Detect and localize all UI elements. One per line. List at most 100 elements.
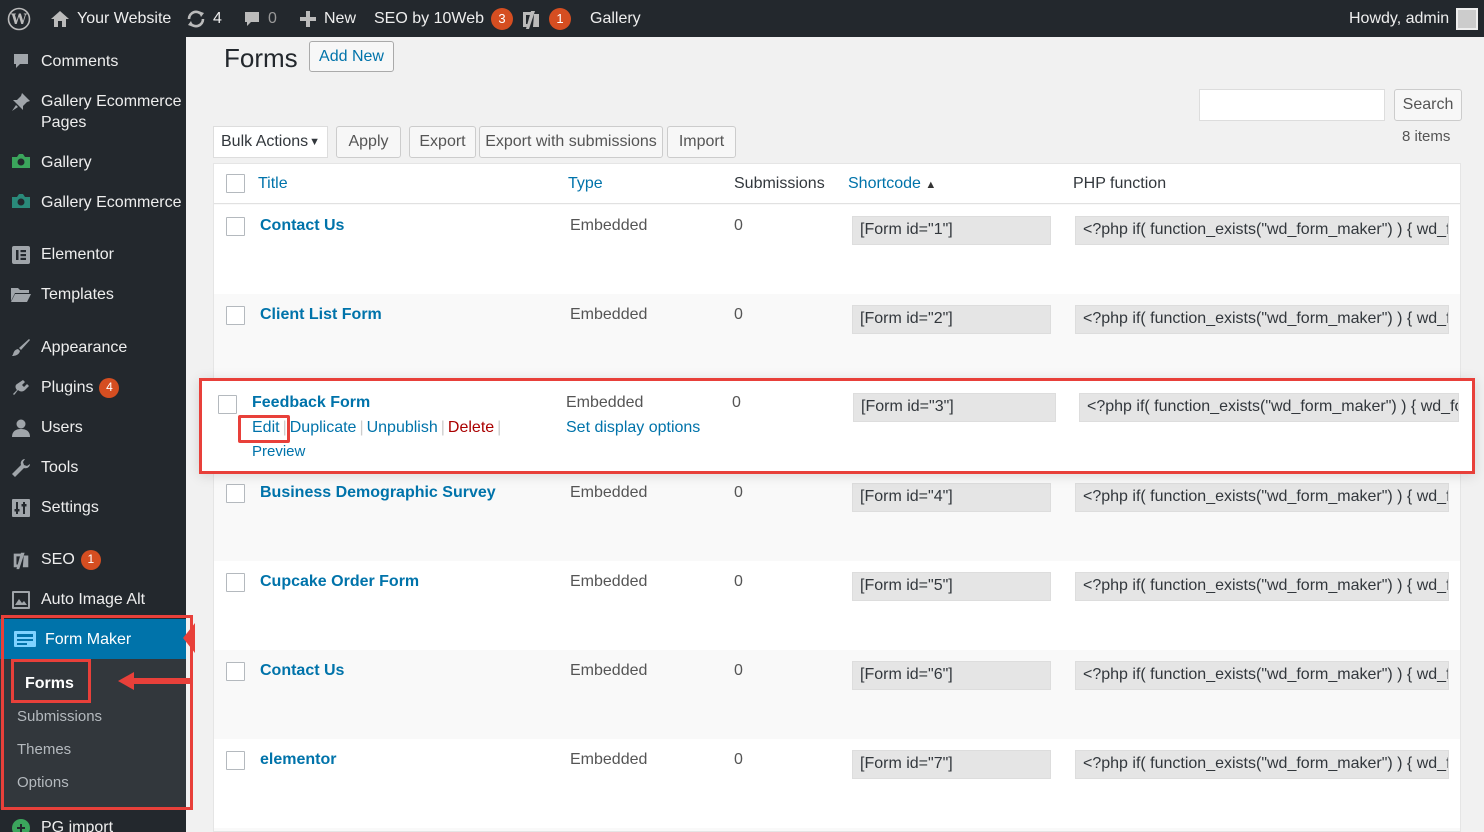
row-checkbox[interactable] — [226, 306, 245, 325]
unpublish-link[interactable]: Unpublish — [367, 419, 438, 436]
user-icon — [11, 419, 30, 437]
form-title-link[interactable]: Contact Us — [260, 662, 344, 680]
form-title-link[interactable]: Client List Form — [260, 306, 382, 324]
menu-gallery-ecommerce-pages[interactable]: Gallery Ecommerce Pages — [0, 91, 186, 133]
shortcode-field[interactable]: [Form id="3"] — [853, 393, 1056, 422]
menu-label: Tools — [41, 459, 79, 476]
shortcode-field[interactable]: [Form id="4"] — [852, 483, 1051, 512]
duplicate-link[interactable]: Duplicate — [290, 419, 357, 436]
action-separator: | — [440, 419, 445, 436]
menu-elementor[interactable]: Elementor — [0, 244, 186, 265]
column-shortcode-label: Shortcode — [848, 175, 921, 192]
menu-settings[interactable]: Settings — [0, 497, 186, 518]
row-checkbox[interactable] — [226, 217, 245, 236]
form-title-link[interactable]: Cupcake Order Form — [260, 573, 419, 591]
import-button[interactable]: Import — [667, 126, 736, 158]
menu-gallery-ecommerce[interactable]: Gallery Ecommerce — [0, 192, 186, 213]
shortcode-field[interactable]: [Form id="1"] — [852, 216, 1051, 245]
bulk-actions-select[interactable]: Bulk Actions ▼ — [213, 126, 328, 158]
menu-pg-import[interactable]: PG import — [0, 817, 186, 832]
forms-table: Title Type Submissions Shortcode ▲ PHP f… — [213, 163, 1461, 832]
pin-icon — [11, 93, 30, 111]
php-function-field[interactable]: <?php if( function_exists("wd_form_maker… — [1075, 483, 1449, 512]
yoast-badge: 1 — [549, 7, 571, 30]
search-input[interactable] — [1199, 89, 1385, 121]
shortcode-field[interactable]: [Form id="7"] — [852, 750, 1051, 779]
settings-icon — [11, 499, 30, 517]
menu-label: Gallery Ecommerce Pages — [41, 93, 182, 131]
yoast-link[interactable]: 1 — [520, 0, 571, 37]
my-account-link[interactable]: Howdy, admin — [1349, 0, 1479, 37]
column-shortcode[interactable]: Shortcode ▲ — [848, 175, 936, 193]
form-type: Embedded — [570, 751, 648, 768]
menu-gallery[interactable]: Gallery — [0, 152, 186, 173]
shortcode-field[interactable]: [Form id="2"] — [852, 305, 1051, 334]
php-function-field[interactable]: <?php if( function_exists("wd_form_maker… — [1075, 661, 1449, 690]
gallery-ecommerce-icon — [11, 194, 30, 208]
updates-link[interactable]: 4 — [186, 0, 222, 37]
form-type: Embedded — [570, 217, 648, 234]
menu-users[interactable]: Users — [0, 417, 186, 438]
menu-auto-image-alt[interactable]: Auto Image Alt — [0, 589, 186, 610]
page-title: Forms — [224, 43, 298, 73]
new-content-link[interactable]: New — [299, 0, 356, 37]
menu-tools[interactable]: Tools — [0, 457, 186, 478]
add-new-button[interactable]: Add New — [309, 41, 394, 72]
php-function-field[interactable]: <?php if( function_exists("wd_form_maker… — [1075, 305, 1449, 334]
gallery-link[interactable]: Gallery — [590, 0, 641, 37]
php-function-field[interactable]: <?php if( function_exists("wd_form_maker… — [1075, 572, 1449, 601]
shortcode-field[interactable]: [Form id="5"] — [852, 572, 1051, 601]
yoast-icon — [523, 10, 539, 29]
site-name: Your Website — [77, 9, 172, 27]
row-checkbox[interactable] — [226, 751, 245, 770]
export-button[interactable]: Export — [409, 126, 476, 158]
elementor-icon — [11, 246, 30, 264]
php-function-field[interactable]: <?php if( function_exists("wd_form_maker… — [1075, 750, 1449, 779]
menu-label: Users — [41, 419, 83, 436]
folder-icon — [10, 288, 31, 302]
table-row-highlighted: Feedback Form Edit | Duplicate | Unpublish | D… — [199, 378, 1475, 474]
column-title[interactable]: Title — [258, 175, 288, 193]
php-function-field[interactable]: <?php if( function_exists("wd_form_maker… — [1079, 393, 1459, 422]
menu-label: SEO — [41, 551, 75, 568]
row-checkbox[interactable] — [218, 395, 237, 414]
items-count: 8 items — [1402, 128, 1451, 145]
comments-link[interactable]: 0 — [243, 0, 277, 37]
menu-seo[interactable]: SEO 1 — [0, 549, 186, 570]
menu-templates[interactable]: Templates — [0, 284, 186, 305]
gallery-label: Gallery — [590, 9, 641, 27]
apply-button[interactable]: Apply — [336, 126, 401, 158]
admin-bar: W Your Website 4 0 New SEO by 10Web 3 1 … — [0, 0, 1484, 37]
column-type[interactable]: Type — [568, 175, 603, 193]
row-checkbox[interactable] — [226, 662, 245, 681]
php-function-field[interactable]: <?php if( function_exists("wd_form_maker… — [1075, 216, 1449, 245]
preview-link[interactable]: Preview — [252, 443, 305, 460]
row-checkbox[interactable] — [226, 573, 245, 592]
row-checkbox[interactable] — [226, 484, 245, 503]
forms-highlight-box — [11, 659, 91, 703]
site-name-link[interactable]: Your Website — [50, 0, 171, 37]
wordpress-logo-icon[interactable]: W — [7, 0, 31, 37]
set-display-options-link[interactable]: Set display options — [566, 419, 700, 437]
new-label: New — [324, 9, 357, 27]
search-button[interactable]: Search — [1394, 89, 1462, 121]
form-title-link[interactable]: Business Demographic Survey — [260, 484, 496, 502]
form-type: Embedded — [570, 306, 648, 323]
menu-appearance[interactable]: Appearance — [0, 337, 186, 358]
menu-plugins[interactable]: Plugins 4 — [0, 377, 186, 398]
form-title-link[interactable]: elementor — [260, 751, 336, 769]
select-all-checkbox[interactable] — [226, 174, 245, 193]
form-submissions: 0 — [734, 751, 743, 768]
shortcode-field[interactable]: [Form id="6"] — [852, 661, 1051, 690]
form-type: Embedded — [570, 573, 648, 590]
menu-comments[interactable]: Comments — [0, 51, 186, 72]
form-title-link[interactable]: Feedback Form — [252, 394, 370, 412]
export-with-submissions-button[interactable]: Export with submissions — [479, 126, 663, 158]
delete-link[interactable]: Delete — [448, 419, 494, 436]
svg-text:W: W — [10, 12, 27, 28]
form-title-link[interactable]: Contact Us — [260, 217, 344, 235]
menu-label: Templates — [41, 286, 114, 303]
column-submissions: Submissions — [734, 175, 825, 192]
seo-10web-link[interactable]: SEO by 10Web 3 — [374, 0, 513, 37]
menu-label: Settings — [41, 499, 99, 516]
